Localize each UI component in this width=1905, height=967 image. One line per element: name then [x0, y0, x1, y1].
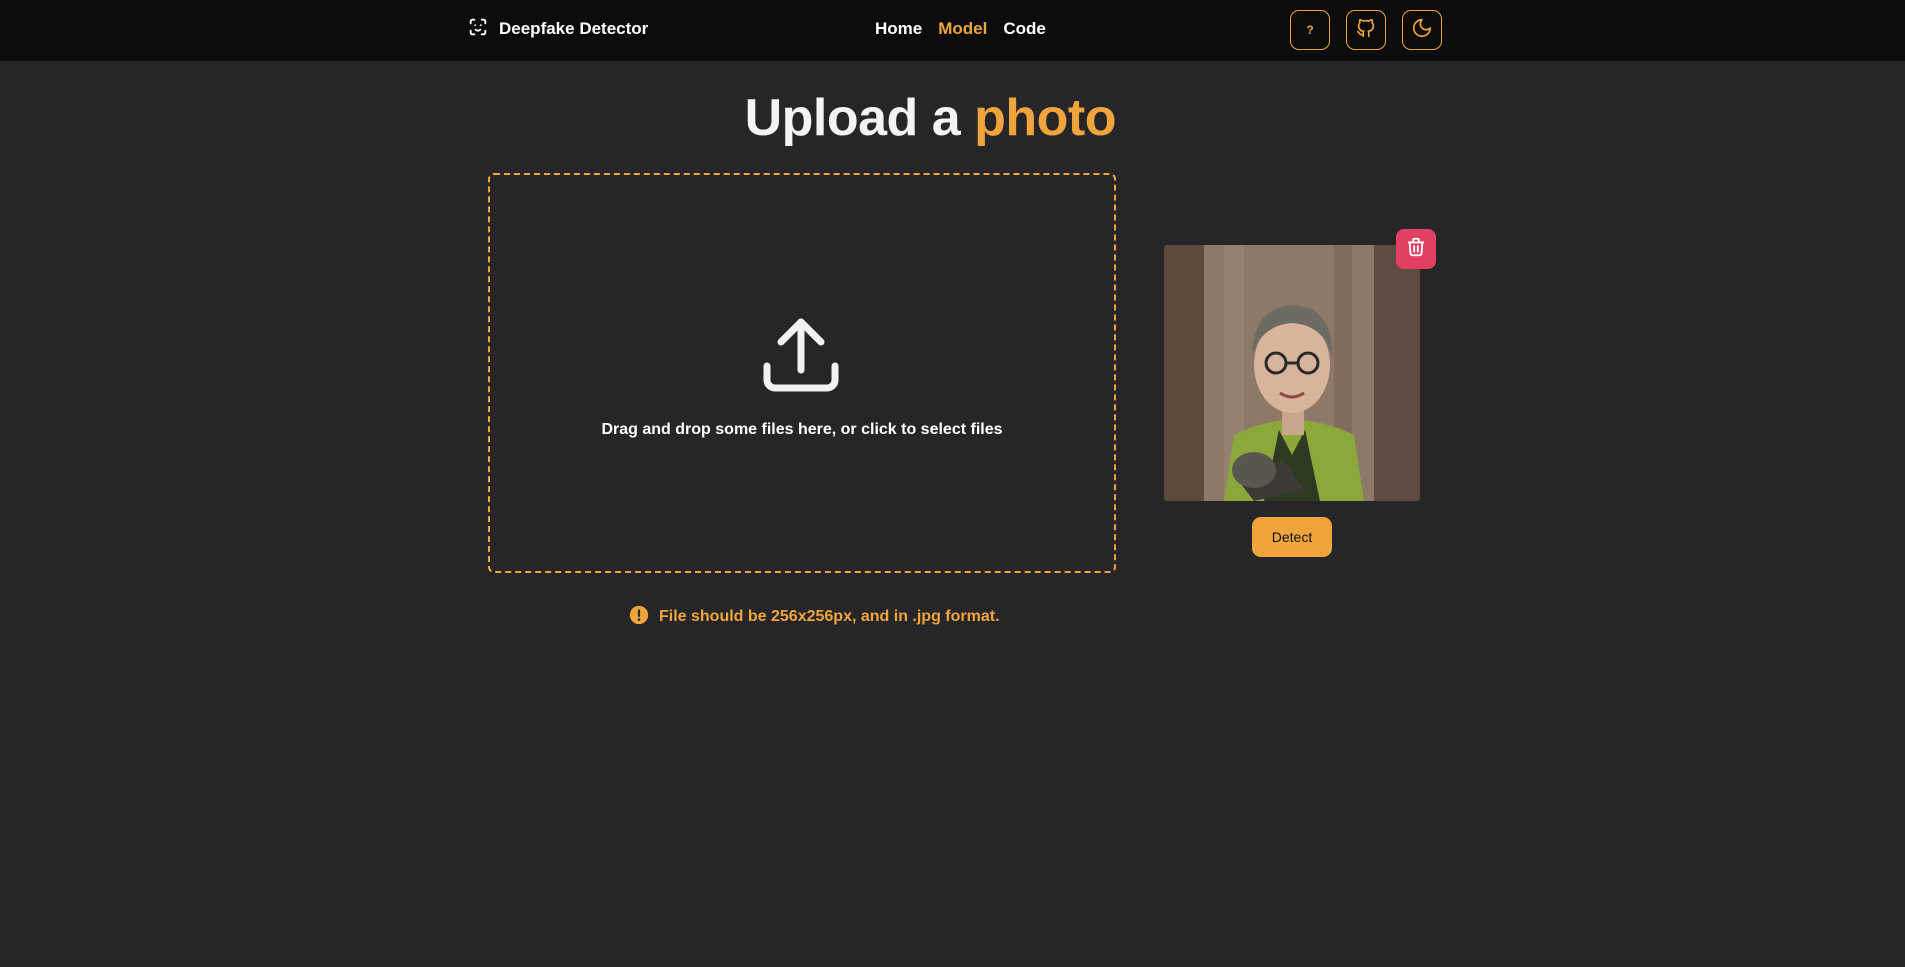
moon-icon: [1411, 17, 1433, 44]
top-navbar: Deepfake Detector Home Model Code ?: [0, 0, 1905, 61]
github-button[interactable]: [1346, 10, 1386, 50]
notice-text: File should be 256x256px, and in .jpg fo…: [659, 608, 1000, 625]
nav-link-home[interactable]: Home: [875, 19, 922, 39]
dropzone-text: Drag and drop some files here, or click …: [601, 421, 1003, 438]
page-title: Upload a photo: [0, 88, 1117, 148]
help-button[interactable]: ?: [1290, 10, 1330, 50]
nav-link-code[interactable]: Code: [1003, 19, 1046, 39]
help-label: ?: [1306, 23, 1314, 37]
photo-preview: [1164, 245, 1420, 501]
page-title-main: Upload a: [744, 89, 961, 147]
brand[interactable]: Deepfake Detector: [467, 17, 648, 41]
detect-button[interactable]: Detect: [1252, 517, 1332, 557]
nav-link-model[interactable]: Model: [938, 19, 987, 39]
format-notice: File should be 256x256px, and in .jpg fo…: [628, 605, 1000, 629]
delete-photo-button[interactable]: [1396, 229, 1436, 269]
page-title-accent: photo: [974, 89, 1116, 147]
brand-name: Deepfake Detector: [499, 19, 649, 38]
alert-circle-icon: [628, 604, 650, 631]
upload-icon: [761, 314, 841, 396]
nav-links: Home Model Code: [875, 17, 1046, 41]
face-scan-icon: [467, 16, 489, 43]
github-icon: [1355, 17, 1377, 44]
theme-toggle-button[interactable]: [1402, 10, 1442, 50]
trash-icon: [1405, 236, 1427, 263]
